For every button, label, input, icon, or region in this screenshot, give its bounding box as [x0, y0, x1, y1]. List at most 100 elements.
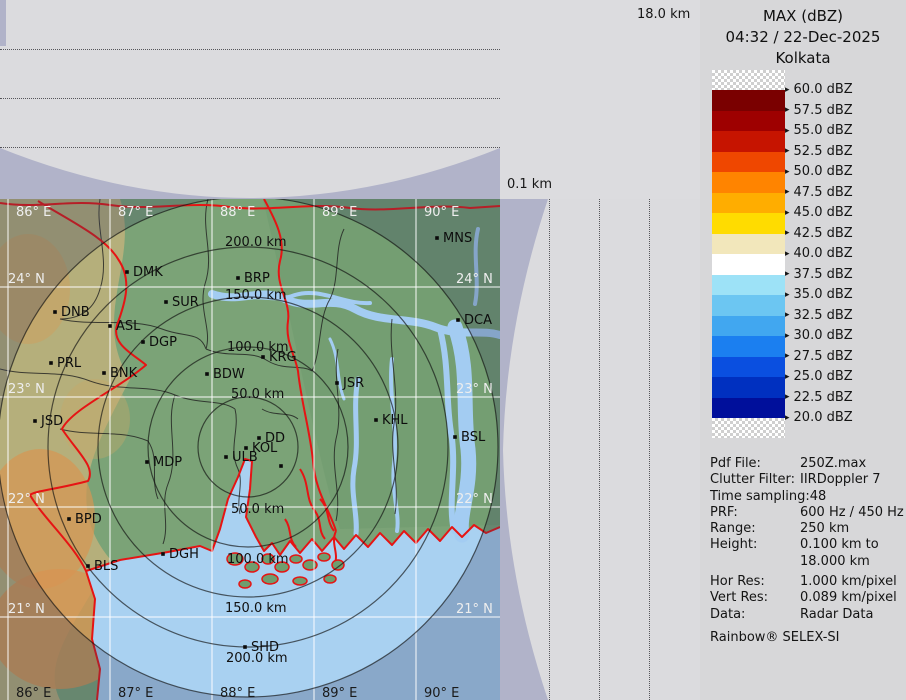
city-dot	[141, 340, 145, 344]
tick-value: 20.0 dBZ	[794, 410, 853, 425]
dbz-tick: ▸22.5 dBZ	[785, 390, 853, 405]
colorbar-band	[712, 377, 785, 398]
city-dot	[261, 355, 265, 359]
dbz-tick: ▸60.0 dBZ	[785, 82, 853, 97]
metadata-label: Time sampling:	[710, 489, 810, 505]
metadata-value: 250 km	[800, 521, 849, 537]
ns-projection-nodata	[500, 199, 700, 700]
city-dot	[243, 645, 247, 649]
city-label: ASL	[116, 319, 141, 334]
city-dot	[125, 270, 129, 274]
colorbar-band	[712, 213, 785, 234]
tick-value: 25.0 dBZ	[794, 369, 853, 384]
tick-value: 27.5 dBZ	[794, 349, 853, 364]
city-dot	[435, 236, 439, 240]
height-axis-min-label: 0.1 km	[507, 177, 552, 192]
city-dot	[279, 464, 283, 468]
nodata-strip	[0, 0, 6, 46]
tick-value: 45.0 dBZ	[794, 205, 853, 220]
tick-arrow-icon: ▸	[785, 228, 790, 238]
metadata-value: IIRDoppler 7	[800, 472, 881, 488]
metadata-row: 18.000 km	[710, 554, 904, 570]
dbz-tick: ▸47.5 dBZ	[785, 185, 853, 200]
tick-value: 30.0 dBZ	[794, 328, 853, 343]
dbz-tick: ▸37.5 dBZ	[785, 267, 853, 282]
metadata-row: Data:Radar Data	[710, 607, 904, 623]
metadata-label: Hor Res:	[710, 574, 800, 590]
city-dot	[86, 564, 90, 568]
city-dot	[164, 300, 168, 304]
colorbar-band	[712, 254, 785, 275]
ns-projection-panel	[500, 199, 700, 700]
dbz-tick: ▸45.0 dBZ	[785, 205, 853, 220]
lon-label-bottom: 87° E	[118, 686, 153, 700]
metadata-label: Vert Res:	[710, 590, 800, 606]
metadata-value: Radar Data	[800, 607, 873, 623]
lat-label-right: 24° N	[456, 272, 493, 287]
city-label: MDP	[153, 455, 182, 470]
lat-label-left: 24° N	[8, 272, 45, 287]
city-dot	[374, 418, 378, 422]
dbz-tick: ▸50.0 dBZ	[785, 164, 853, 179]
tick-arrow-icon: ▸	[785, 290, 790, 300]
legend-header: MAX (dBZ) 04:32 / 22-Dec-2025 Kolkata	[700, 6, 906, 69]
tick-value: 50.0 dBZ	[794, 164, 853, 179]
city-label: BNK	[110, 366, 138, 381]
colorbar-above-max	[712, 70, 785, 90]
tick-arrow-icon: ▸	[785, 310, 790, 320]
dbz-colorbar	[712, 70, 785, 438]
lat-label-left: 21° N	[8, 602, 45, 617]
city-label: KRG	[269, 350, 297, 365]
tick-value: 32.5 dBZ	[794, 308, 853, 323]
city-label: DMK	[133, 265, 163, 280]
colorbar-band	[712, 357, 785, 378]
tick-value: 42.5 dBZ	[794, 226, 853, 241]
tick-arrow-icon: ▸	[785, 146, 790, 156]
colorbar-band	[712, 336, 785, 357]
range-ring-label: 50.0 km	[231, 387, 284, 402]
metadata-label: Range:	[710, 521, 800, 537]
city-label: BLS	[94, 559, 118, 574]
tick-arrow-icon: ▸	[785, 126, 790, 136]
map-canvas: 200.0 km150.0 km100.0 km50.0 km50.0 km10…	[0, 199, 500, 700]
dbz-tick: ▸ 20.0 dBZ	[785, 410, 853, 425]
city-dot	[33, 419, 37, 423]
city-dot	[49, 361, 53, 365]
range-ring-label: 100.0 km	[227, 552, 289, 567]
radar-display-window: 18.0 km 0.1 km	[0, 0, 906, 700]
city-label: PRL	[57, 356, 82, 371]
city-label: SUR	[172, 295, 199, 310]
metadata-label: Height:	[710, 537, 800, 553]
city-dot	[453, 435, 457, 439]
colorbar-band	[712, 193, 785, 214]
metadata-label: Pdf File:	[710, 456, 800, 472]
city-label: KHL	[382, 413, 408, 428]
lon-label-top: 86° E	[16, 205, 51, 220]
metadata-value: 18.000 km	[800, 554, 870, 570]
lon-label-bottom: 88° E	[220, 686, 255, 700]
height-axis-max-label: 18.0 km	[637, 7, 690, 22]
range-ring-label: 200.0 km	[225, 235, 287, 250]
tick-arrow-icon: ▸	[785, 331, 790, 341]
product-site: Kolkata	[700, 48, 906, 69]
dbz-tick: ▸35.0 dBZ	[785, 287, 853, 302]
product-title: MAX (dBZ)	[700, 6, 906, 27]
tick-arrow-icon: ▸	[785, 85, 790, 95]
legend-panel: MAX (dBZ) 04:32 / 22-Dec-2025 Kolkata ▸6…	[700, 0, 906, 700]
nodata-wedge	[0, 148, 500, 199]
tick-arrow-icon: ▸	[785, 413, 790, 423]
city-label: BPD	[75, 512, 102, 527]
product-metadata: Pdf File:250Z.maxClutter Filter:IIRDoppl…	[710, 456, 904, 646]
dbz-tick: ▸52.5 dBZ	[785, 144, 853, 159]
colorbar-below-min	[712, 418, 785, 438]
tick-arrow-icon: ▸	[785, 372, 790, 382]
metadata-row: Range:250 km	[710, 521, 904, 537]
metadata-label: Data:	[710, 607, 800, 623]
city-dot	[102, 371, 106, 375]
metadata-row: Hor Res:1.000 km/pixel	[710, 574, 904, 590]
city-label: BDW	[213, 367, 245, 382]
metadata-value: 600 Hz / 450 Hz	[800, 505, 904, 521]
tick-arrow-icon: ▸	[785, 249, 790, 259]
tick-value: 47.5 dBZ	[794, 185, 853, 200]
city-dot	[456, 318, 460, 322]
